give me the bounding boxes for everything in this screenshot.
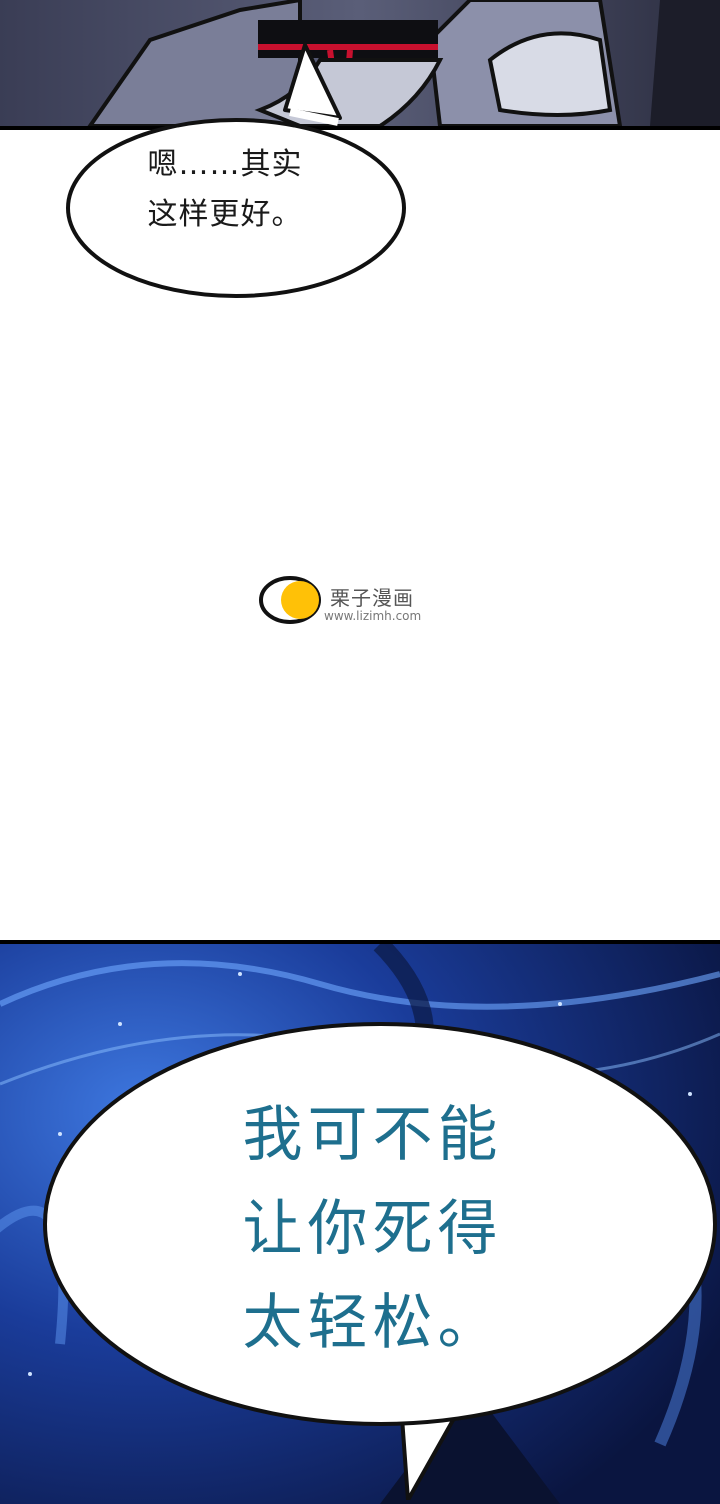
watermark-url: www.lizimh.com [324, 609, 422, 623]
watermark-site-name: 栗子漫画 [330, 586, 414, 610]
bubble-2-text: 我可不能 让你死得 太轻松。 [242, 1100, 503, 1358]
watermark-logo: 栗子漫画 www.lizimh.com [258, 570, 458, 630]
bubble-1-text: 嗯……其实 这样更好。 [147, 147, 303, 232]
chestnut-logo-icon [259, 576, 321, 624]
